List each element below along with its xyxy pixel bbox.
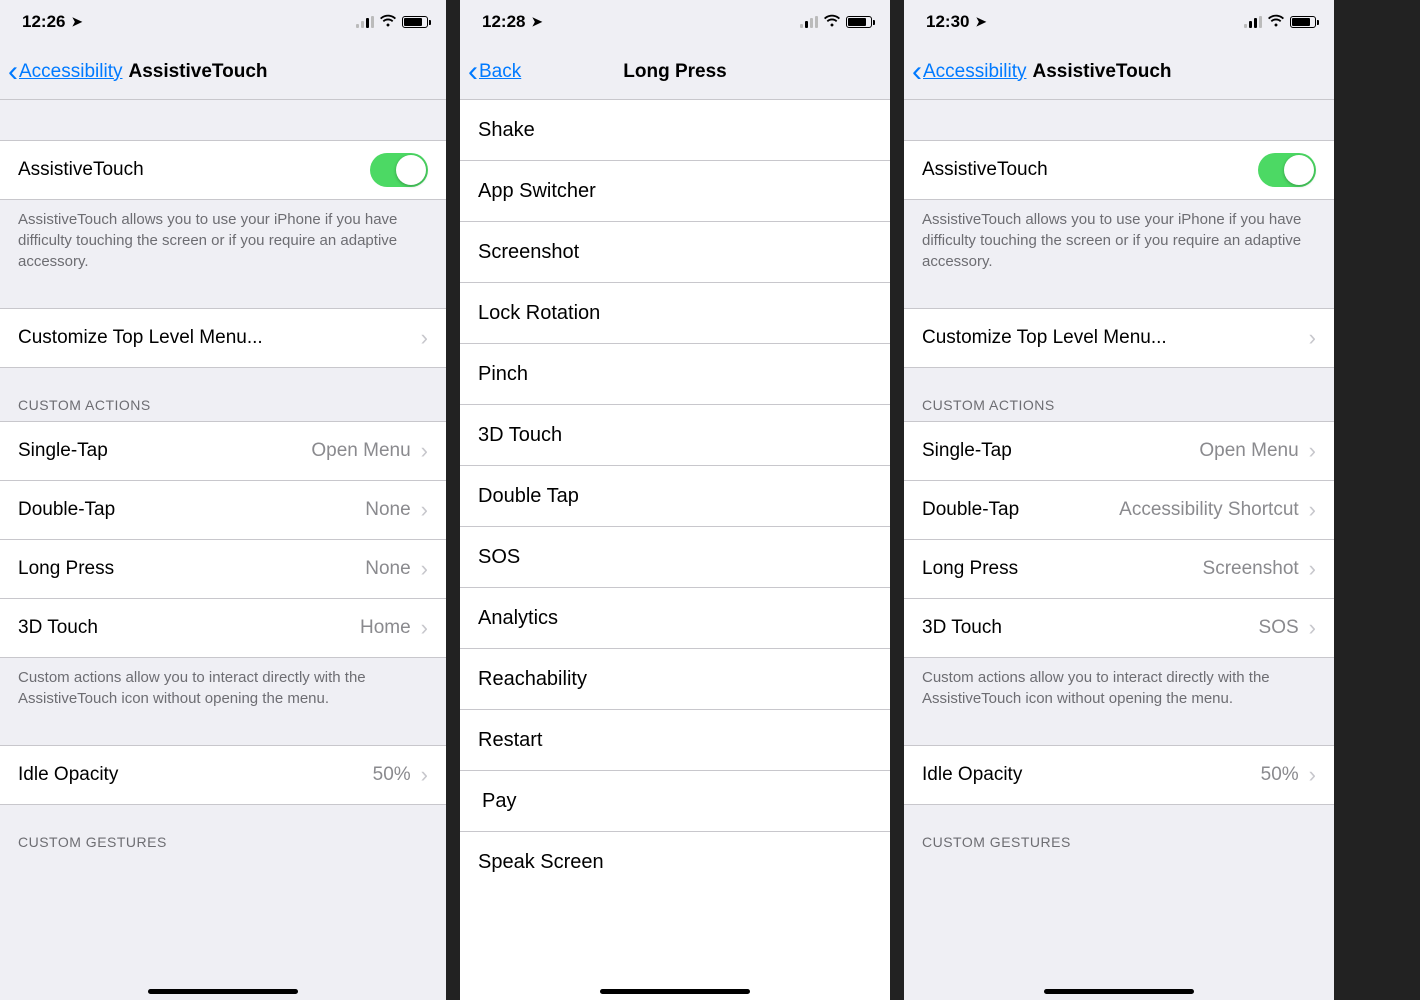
single-tap-row[interactable]: Single-Tap Open Menu› xyxy=(0,421,446,481)
screen-assistivetouch-after: 12:30 ➤ ‹ Accessibility AssistiveTouch A… xyxy=(904,0,1334,1000)
screen-assistivetouch-before: 12:26 ➤ ‹ Accessibility AssistiveTouch A… xyxy=(0,0,446,1000)
toggle-label: AssistiveTouch xyxy=(18,159,144,181)
chevron-left-icon: ‹ xyxy=(8,57,18,87)
cell-signal-icon xyxy=(800,16,818,28)
toggle-switch[interactable] xyxy=(370,153,428,187)
back-button[interactable]: ‹ Back xyxy=(460,57,521,87)
option-sos[interactable]: SOS xyxy=(460,527,890,588)
option-restart[interactable]: Restart xyxy=(460,710,890,771)
option-3d-touch[interactable]: 3D Touch xyxy=(460,405,890,466)
chevron-right-icon: › xyxy=(1309,497,1316,523)
chevron-right-icon: › xyxy=(1309,615,1316,641)
option-pinch[interactable]: Pinch xyxy=(460,344,890,405)
3d-touch-row[interactable]: 3D Touch Home› xyxy=(0,598,446,658)
cell-signal-icon xyxy=(356,16,374,28)
home-indicator[interactable] xyxy=(1044,989,1194,994)
chevron-right-icon: › xyxy=(421,438,428,464)
toggle-label: AssistiveTouch xyxy=(922,159,1048,181)
clock: 12:30 xyxy=(926,12,969,32)
back-label: Accessibility xyxy=(923,61,1026,83)
wifi-icon xyxy=(823,14,841,30)
long-press-row[interactable]: Long Press None› xyxy=(0,539,446,599)
custom-actions-header: CUSTOM ACTIONS xyxy=(0,367,446,421)
home-indicator[interactable] xyxy=(148,989,298,994)
assistivetouch-toggle-row[interactable]: AssistiveTouch xyxy=(0,140,446,200)
option-analytics[interactable]: Analytics xyxy=(460,588,890,649)
option-apple-pay[interactable]: Pay xyxy=(460,771,890,832)
chevron-right-icon: › xyxy=(1309,438,1316,464)
option-double-tap[interactable]: Double Tap xyxy=(460,466,890,527)
chevron-right-icon: › xyxy=(1309,325,1316,351)
idle-opacity-row[interactable]: Idle Opacity 50%› xyxy=(0,745,446,805)
back-button[interactable]: ‹ Accessibility xyxy=(0,57,122,87)
clock: 12:26 xyxy=(22,12,65,32)
back-label: Accessibility xyxy=(19,61,122,83)
toggle-description: AssistiveTouch allows you to use your iP… xyxy=(904,199,1334,272)
option-lock-rotation[interactable]: Lock Rotation xyxy=(460,283,890,344)
battery-icon xyxy=(846,16,872,28)
location-icon: ➤ xyxy=(975,14,986,30)
cell-signal-icon xyxy=(1244,16,1262,28)
toggle-description: AssistiveTouch allows you to use your iP… xyxy=(0,199,446,272)
chevron-right-icon: › xyxy=(421,497,428,523)
chevron-right-icon: › xyxy=(421,325,428,351)
single-tap-row[interactable]: Single-Tap Open Menu› xyxy=(904,421,1334,481)
custom-gestures-header: CUSTOM GESTURES xyxy=(0,804,446,858)
chevron-right-icon: › xyxy=(421,762,428,788)
back-button[interactable]: ‹ Accessibility xyxy=(904,57,1026,87)
chevron-left-icon: ‹ xyxy=(912,57,922,87)
assistivetouch-toggle-row[interactable]: AssistiveTouch xyxy=(904,140,1334,200)
long-press-row[interactable]: Long Press Screenshot› xyxy=(904,539,1334,599)
chevron-right-icon: › xyxy=(421,556,428,582)
option-shake[interactable]: Shake xyxy=(460,100,890,161)
page-title: AssistiveTouch xyxy=(122,61,267,83)
chevron-right-icon: › xyxy=(1309,762,1316,788)
status-bar: 12:28 ➤ xyxy=(460,0,890,44)
battery-icon xyxy=(402,16,428,28)
3d-touch-row[interactable]: 3D Touch SOS› xyxy=(904,598,1334,658)
custom-gestures-header: CUSTOM GESTURES xyxy=(904,804,1334,858)
actions-footer: Custom actions allow you to interact dir… xyxy=(904,657,1334,709)
location-icon: ➤ xyxy=(531,14,542,30)
back-label: Back xyxy=(479,61,521,83)
chevron-right-icon: › xyxy=(421,615,428,641)
battery-icon xyxy=(1290,16,1316,28)
nav-bar: ‹ Back Long Press xyxy=(460,44,890,100)
wifi-icon xyxy=(1267,14,1285,30)
status-bar: 12:30 ➤ xyxy=(904,0,1334,44)
actions-footer: Custom actions allow you to interact dir… xyxy=(0,657,446,709)
customize-menu-row[interactable]: Customize Top Level Menu... › xyxy=(0,308,446,368)
option-speak-screen[interactable]: Speak Screen xyxy=(460,832,890,893)
page-title: Long Press xyxy=(460,61,890,83)
option-screenshot[interactable]: Screenshot xyxy=(460,222,890,283)
toggle-switch[interactable] xyxy=(1258,153,1316,187)
chevron-left-icon: ‹ xyxy=(468,57,478,87)
home-indicator[interactable] xyxy=(600,989,750,994)
chevron-right-icon: › xyxy=(1309,556,1316,582)
option-app-switcher[interactable]: App Switcher xyxy=(460,161,890,222)
status-bar: 12:26 ➤ xyxy=(0,0,446,44)
nav-bar: ‹ Accessibility AssistiveTouch xyxy=(0,44,446,100)
page-title: AssistiveTouch xyxy=(1026,61,1171,83)
double-tap-row[interactable]: Double-Tap Accessibility Shortcut› xyxy=(904,480,1334,540)
customize-menu-row[interactable]: Customize Top Level Menu... › xyxy=(904,308,1334,368)
location-icon: ➤ xyxy=(71,14,82,30)
screen-long-press-options: 12:28 ➤ ‹ Back Long Press Shake App Swit… xyxy=(460,0,890,1000)
wifi-icon xyxy=(379,14,397,30)
clock: 12:28 xyxy=(482,12,525,32)
idle-opacity-row[interactable]: Idle Opacity 50%› xyxy=(904,745,1334,805)
double-tap-row[interactable]: Double-Tap None› xyxy=(0,480,446,540)
nav-bar: ‹ Accessibility AssistiveTouch xyxy=(904,44,1334,100)
custom-actions-header: CUSTOM ACTIONS xyxy=(904,367,1334,421)
option-reachability[interactable]: Reachability xyxy=(460,649,890,710)
